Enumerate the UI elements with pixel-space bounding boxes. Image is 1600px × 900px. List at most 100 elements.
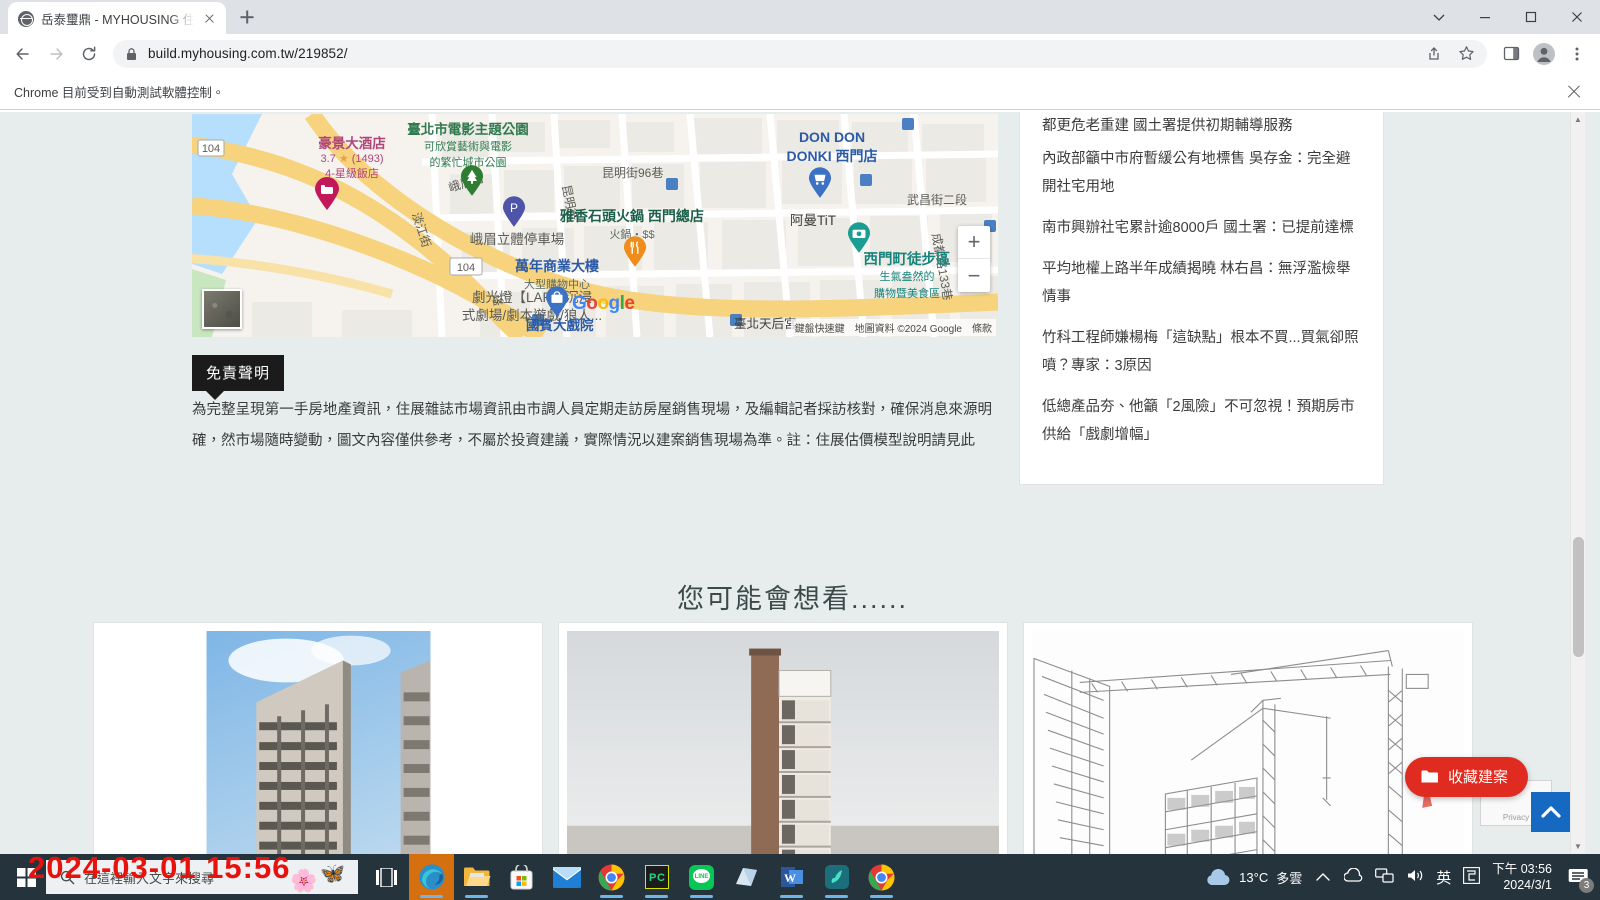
show-hidden-icons-button[interactable] [1314,870,1332,885]
svg-text:104: 104 [202,143,220,155]
page-scrollbar[interactable]: ▲ ▼ [1570,112,1585,854]
hotel-pin-icon[interactable] [314,177,340,211]
svg-text:昆明街96巷: 昆明街96巷 [602,166,663,180]
terms-link[interactable]: 條款 [972,320,992,335]
address-bar[interactable]: build.myhousing.com.tw/219852/ [113,39,1487,69]
sticky-notes-icon[interactable] [724,854,769,900]
taskbar-app-icons: P C LINE W [364,854,904,900]
svg-text:C: C [657,872,665,884]
browser-window: 岳泰璽鼎 - MYHOUSING 住展房 [0,0,1600,854]
disclaimer-badge: 免責聲明 [192,355,285,400]
parking-pin-icon[interactable]: P [502,196,526,228]
chevron-down-icon[interactable] [1416,0,1462,34]
svg-text:武昌街二段: 武昌街二段 [907,192,967,207]
page-viewport: 104 104 淡江街 峨眉街 昆明街 塔 昆明街96巷 武昌街二段 成都路13… [0,112,1600,854]
zoom-in-button[interactable]: + [958,226,990,259]
map-poi-donki[interactable]: DON DON DONKI 西門店 [752,128,912,166]
microsoft-word-icon[interactable]: W [769,854,814,900]
star-icon: ★ [338,153,349,165]
line-icon[interactable]: LINE [679,854,724,900]
lock-icon [127,47,136,60]
google-map[interactable]: 104 104 淡江街 峨眉街 昆明街 塔 昆明街96巷 武昌街二段 成都路13… [192,114,998,337]
map-poi-amantit[interactable]: 阿曼TiT [790,209,836,229]
globe-icon [18,10,34,27]
maximize-icon[interactable] [1508,0,1554,34]
system-tray: 13°C 多雲 英 下午 03:56 2024/3/1 3 [1205,861,1600,893]
weather-widget[interactable]: 13°C 多雲 [1205,868,1302,887]
microsoft-store-icon[interactable] [499,854,544,900]
svg-text:P: P [510,201,518,215]
recommendation-card[interactable] [558,622,1008,854]
file-explorer-icon[interactable] [454,854,499,900]
taskbar-search-box[interactable]: 在這裡輸入文字來搜尋 [46,860,358,894]
close-icon[interactable] [201,10,218,27]
forward-icon[interactable] [41,39,71,69]
favorite-project-label: 收藏建案 [1447,769,1508,786]
recommendation-card[interactable] [93,622,543,854]
close-icon[interactable] [1564,82,1584,102]
clock[interactable]: 下午 03:56 2024/3/1 [1492,861,1552,893]
google-logo: Google [572,293,635,314]
reload-icon[interactable] [74,39,104,69]
close-window-icon[interactable] [1554,0,1600,34]
scrollbar-thumb[interactable] [1573,537,1584,657]
network-icon[interactable] [1375,868,1394,886]
bookmark-star-icon[interactable] [1451,39,1481,69]
weather-description: 多雲 [1276,870,1303,886]
news-item[interactable]: 南市興辦社宅累計逾8000戶 國土署：已提前達標 [1042,214,1361,242]
recommendation-card[interactable] [1023,622,1473,854]
news-item[interactable]: 平均地權上路半年成績揭曉 林右昌：無浮濫檢舉情事 [1042,255,1361,311]
news-item[interactable]: 低總產品夯、他籲「2風險」不可忽視！預期房市供給「戲劇增幅」 [1042,393,1361,449]
url-text: build.myhousing.com.tw/219852/ [148,46,348,61]
building-render-2 [567,631,999,854]
map-poi-park[interactable]: 臺北市電影主題公園 可欣賞藝術與電影 的繁忙城市公園 [388,118,548,170]
browser-tab[interactable]: 岳泰璽鼎 - MYHOUSING 住展房 [8,2,226,35]
scroll-to-top-button[interactable] [1531,792,1571,832]
store-pin-icon[interactable] [808,167,832,199]
task-view-icon[interactable] [364,854,409,900]
onedrive-icon[interactable] [1343,867,1363,886]
favorite-project-button[interactable]: 收藏建案 [1404,757,1528,797]
crane-sketch-3 [1032,631,1464,854]
new-tab-button[interactable] [233,3,261,31]
street-view-thumbnail[interactable] [202,289,242,329]
clock-date: 2024/3/1 [1503,878,1552,892]
start-button[interactable] [6,854,46,900]
surfshark-icon[interactable] [814,854,859,900]
browser-toolbar: build.myhousing.com.tw/219852/ [0,34,1600,74]
scroll-up-arrow-icon[interactable]: ▲ [1571,112,1585,127]
keyboard-shortcuts-link[interactable]: 鍵盤快速鍵 [795,320,845,335]
ime-indicator[interactable]: 英 [1436,867,1451,888]
news-item[interactable]: 都更危老重建 國土署提供初期輔導服務 [1042,112,1361,132]
news-item[interactable]: 竹科工程師嫌楊梅「這缺點」根本不買...買氣卻照噴？專家：3原因 [1042,324,1361,380]
profile-avatar-icon[interactable] [1529,39,1559,69]
google-chrome-icon-2[interactable] [859,854,904,900]
microsoft-edge-icon[interactable] [409,854,454,900]
chrome-menu-icon[interactable] [1562,39,1592,69]
volume-icon[interactable] [1406,868,1424,886]
zoom-out-button[interactable]: − [958,259,990,292]
notification-center-button[interactable]: 3 [1564,862,1594,893]
mail-icon[interactable] [544,854,589,900]
folder-icon [1421,770,1438,783]
side-panel-icon[interactable] [1496,39,1526,69]
svg-text:P: P [649,872,656,884]
taskbar-search-placeholder: 在這裡輸入文字來搜尋 [84,870,215,886]
svg-text:W: W [784,871,796,885]
map-poi-theater2[interactable]: 國賓大戲院 [526,314,594,334]
ime-mode-icon[interactable] [1463,867,1481,887]
pycharm-icon[interactable]: P C [634,854,679,900]
share-icon[interactable] [1419,39,1449,69]
back-icon[interactable] [8,39,38,69]
google-chrome-icon[interactable] [589,854,634,900]
weather-temperature: 13°C [1239,869,1269,885]
map-poi-temple[interactable]: 臺北天后宮 [734,313,797,332]
scroll-down-arrow-icon[interactable]: ▼ [1571,839,1585,854]
map-poi-parking-label[interactable]: 峨眉立體停車場 [442,228,592,248]
minimize-icon[interactable] [1462,0,1508,34]
news-panel: 都更危老重建 國土署提供初期輔導服務 內政部籲中市府暫緩公有地標售 吳存金：完全… [1019,112,1384,485]
notification-count: 3 [1579,878,1594,893]
park-pin-icon[interactable] [460,165,484,197]
news-item[interactable]: 內政部籲中市府暫緩公有地標售 吳存金：完全避開社宅用地 [1042,145,1361,201]
camera-pin-icon[interactable] [847,222,871,254]
